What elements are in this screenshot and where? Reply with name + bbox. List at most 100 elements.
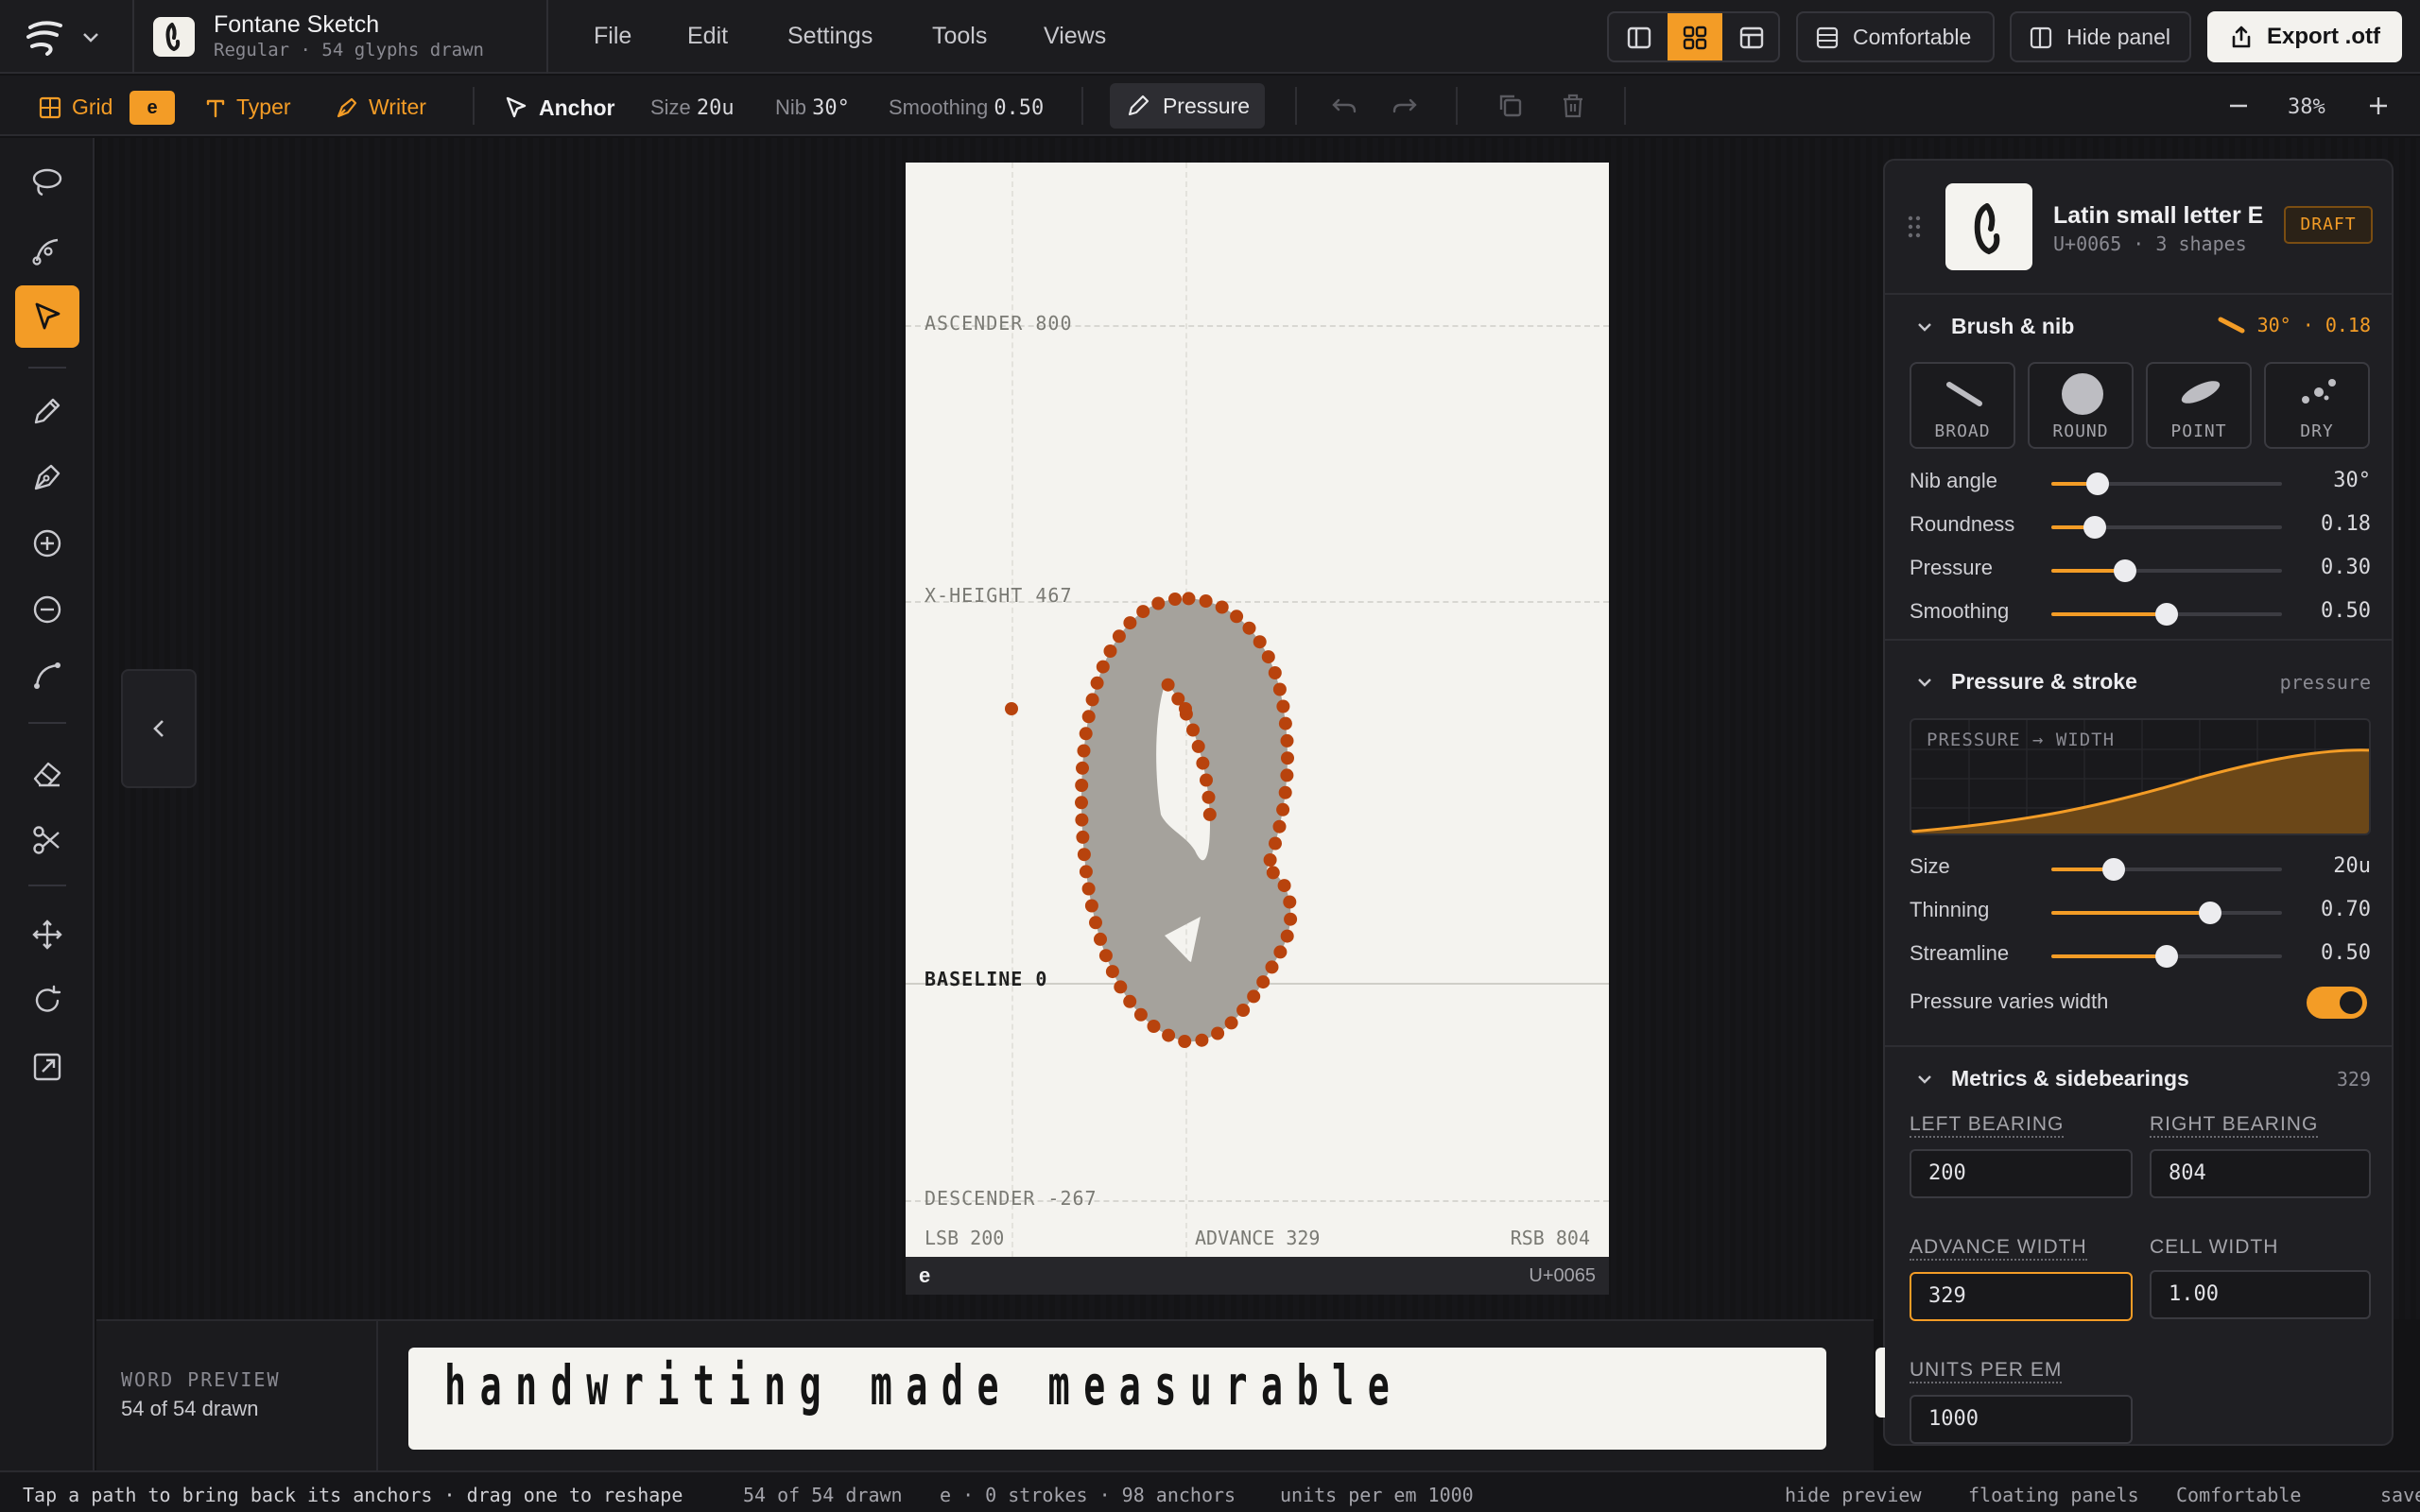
anchor-point[interactable] <box>1196 756 1210 770</box>
anchor-point[interactable] <box>1136 605 1150 619</box>
chevron-down-icon[interactable] <box>79 26 102 48</box>
anchor-point[interactable] <box>1079 865 1093 879</box>
zoom-in-icon[interactable] <box>2363 91 2394 121</box>
anchor-point[interactable] <box>1179 702 1192 715</box>
node-tool[interactable] <box>15 219 79 282</box>
pressure-slider-thumb[interactable] <box>2114 559 2137 582</box>
section-pressure-stroke[interactable]: Pressure & stroke <box>1915 669 2137 695</box>
anchor-point[interactable] <box>1105 965 1119 979</box>
menu-file[interactable]: File <box>594 23 631 50</box>
remove-anchor-tool[interactable] <box>15 578 79 641</box>
hide-panel-button[interactable]: Hide panel <box>2010 11 2191 62</box>
section-brush-nib[interactable]: Brush & nib <box>1915 314 2074 339</box>
thinning-slider[interactable] <box>2051 902 2282 924</box>
menu-settings[interactable]: Settings <box>787 23 873 50</box>
smoothing-slider[interactable] <box>2051 603 2282 626</box>
anchor-point[interactable] <box>1081 710 1096 724</box>
word-preview-canvas[interactable]: handwriting made measurable <box>408 1348 1826 1450</box>
anchor-point[interactable] <box>1211 1026 1225 1040</box>
glyph-cell[interactable]: ASCENDER 800 X-HEIGHT 467 BASELINE 0 DES… <box>906 163 1609 1257</box>
scale-tool[interactable] <box>15 1036 79 1098</box>
rotate-tool[interactable] <box>15 970 79 1032</box>
anchor-point[interactable] <box>1278 785 1292 799</box>
pencil-tool[interactable] <box>15 380 79 442</box>
anchor-point[interactable] <box>1094 932 1107 946</box>
panel-edge-handle[interactable] <box>1876 1348 1885 1418</box>
pressure-curve-editor[interactable]: PRESSURE → WIDTH <box>1910 718 2371 835</box>
anchor-point[interactable] <box>1236 1004 1251 1017</box>
collapse-left-button[interactable] <box>121 669 197 788</box>
streamline-slider-thumb[interactable] <box>2155 945 2178 968</box>
anchor-point[interactable] <box>1280 768 1294 782</box>
menu-tools[interactable]: Tools <box>932 23 987 50</box>
size-slider[interactable] <box>2051 858 2282 881</box>
duplicate-icon[interactable] <box>1495 91 1526 121</box>
floating-panels-toggle[interactable]: floating panels <box>1968 1484 2139 1506</box>
anchor-tool-indicator[interactable]: Anchor <box>503 94 615 121</box>
anchor-point[interactable] <box>1272 819 1287 833</box>
roundness-slider-thumb[interactable] <box>2083 516 2107 539</box>
add-anchor-tool[interactable] <box>15 512 79 575</box>
advance-width-field[interactable]: 329 <box>1910 1272 2133 1321</box>
anchor-point[interactable] <box>1215 600 1229 614</box>
size-slider-thumb[interactable] <box>2101 858 2125 881</box>
anchor-point[interactable] <box>1263 853 1277 867</box>
anchor-point[interactable] <box>1283 895 1297 909</box>
status-density[interactable]: Comfortable <box>2176 1484 2301 1506</box>
eraser-tool[interactable] <box>15 743 79 805</box>
anchor-point[interactable] <box>1280 733 1294 747</box>
anchor-point[interactable] <box>1268 666 1282 679</box>
current-glyph-chip[interactable]: e <box>130 91 175 125</box>
anchor-point[interactable] <box>1230 610 1244 624</box>
anchor-point[interactable] <box>1242 621 1256 635</box>
anchor-point[interactable] <box>1202 807 1217 821</box>
select-tool[interactable] <box>15 285 79 348</box>
anchor-point[interactable] <box>1151 596 1166 610</box>
anchor-point[interactable] <box>1075 796 1088 810</box>
export-button[interactable]: Export .otf <box>2207 11 2402 62</box>
anchor-point[interactable] <box>1266 866 1280 880</box>
anchor-point[interactable] <box>1168 593 1182 606</box>
anchor-point[interactable] <box>1103 644 1117 658</box>
anchor-point[interactable] <box>1098 949 1113 963</box>
anchor-point[interactable] <box>1195 1033 1209 1047</box>
anchor-point[interactable] <box>1182 592 1196 606</box>
anchor-point[interactable] <box>1081 882 1096 896</box>
drag-handle-icon[interactable] <box>1906 214 1923 240</box>
undo-icon[interactable] <box>1329 91 1359 121</box>
layout-grid-icon[interactable] <box>1682 25 1708 51</box>
pressure-slider[interactable] <box>2051 559 2282 582</box>
anchor-point[interactable] <box>1089 916 1102 930</box>
anchor-point[interactable] <box>1096 660 1110 674</box>
curve-tool[interactable] <box>15 644 79 707</box>
smoothing-slider-thumb[interactable] <box>2155 603 2178 626</box>
anchor-point[interactable] <box>1276 802 1290 816</box>
density-button[interactable]: Comfortable <box>1796 11 1995 62</box>
lasso-tool[interactable] <box>15 151 79 214</box>
thinning-slider-thumb[interactable] <box>2199 902 2222 924</box>
anchor-point[interactable] <box>1090 676 1104 690</box>
anchor-point[interactable] <box>1005 702 1018 715</box>
left-bearing-field[interactable]: 200 <box>1910 1149 2133 1198</box>
anchor-point[interactable] <box>1161 678 1175 692</box>
writer-mode[interactable]: Writer <box>335 94 426 120</box>
grid-toggle[interactable]: Grid <box>38 94 112 120</box>
nib-dry[interactable]: DRY <box>2264 362 2370 449</box>
anchor-point[interactable] <box>1178 1035 1192 1048</box>
pressure-toggle[interactable]: Pressure <box>1110 83 1265 129</box>
layout-panels-icon[interactable] <box>1738 25 1765 51</box>
section-metrics[interactable]: Metrics & sidebearings <box>1915 1066 2189 1091</box>
anchor-point[interactable] <box>1284 912 1298 926</box>
anchor-point[interactable] <box>1076 761 1089 775</box>
anchor-point[interactable] <box>1253 635 1267 649</box>
hide-preview-toggle[interactable]: hide preview <box>1785 1484 1922 1506</box>
typer-mode[interactable]: Typer <box>204 94 291 120</box>
anchor-point[interactable] <box>1273 945 1288 959</box>
menu-edit[interactable]: Edit <box>687 23 728 50</box>
anchor-point[interactable] <box>1114 980 1128 994</box>
anchor-point[interactable] <box>1077 744 1091 758</box>
anchor-point[interactable] <box>1224 1016 1238 1030</box>
anchor-point[interactable] <box>1201 790 1216 804</box>
anchor-point[interactable] <box>1186 723 1200 737</box>
anchor-point[interactable] <box>1077 848 1091 862</box>
